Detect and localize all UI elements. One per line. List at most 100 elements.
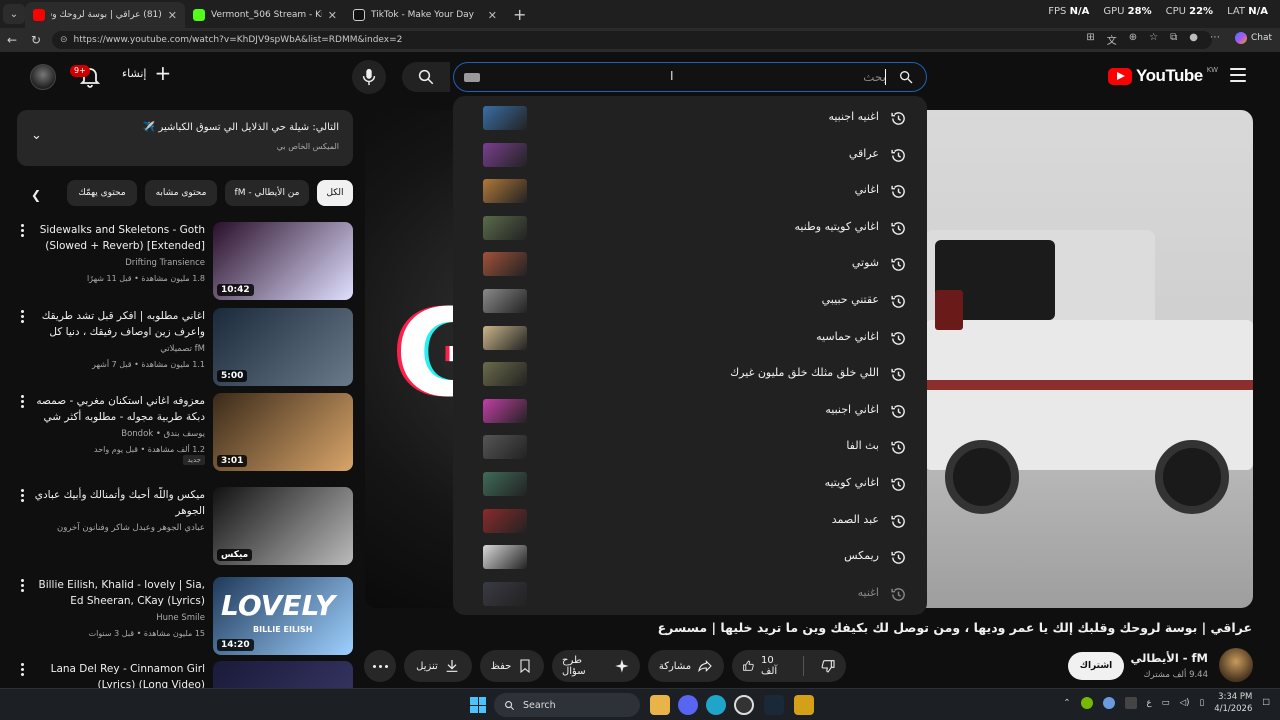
more-options-icon[interactable] xyxy=(21,395,25,410)
ask-button[interactable]: طرح سؤال xyxy=(552,650,640,682)
file-explorer-icon[interactable] xyxy=(650,695,670,715)
related-video-channel[interactable]: عبادي الجوهر وعبدل شاكر وفنانون آخرون xyxy=(57,523,205,533)
search-input[interactable]: I بحث xyxy=(453,62,927,92)
more-options-icon[interactable] xyxy=(21,663,25,678)
steam-icon[interactable] xyxy=(764,695,784,715)
network-icon[interactable]: ▭ xyxy=(1162,698,1170,708)
translate-icon[interactable]: 文 xyxy=(1107,32,1117,47)
related-video-title[interactable]: ميكس واللّه أحبك وأتمنالك وأبيك عبادي ال… xyxy=(33,487,205,519)
browser-tab-tiktok[interactable]: TikTok - Make Your Day ✕ xyxy=(345,2,505,28)
dislike-button[interactable] xyxy=(810,650,846,682)
more-options-icon[interactable]: ⋯ xyxy=(1210,32,1220,47)
search-suggestion-item[interactable]: عبد الصمد xyxy=(453,503,927,539)
nvidia-tray-icon[interactable] xyxy=(1080,697,1093,709)
share-button[interactable]: مشاركة xyxy=(648,650,724,682)
related-video-channel[interactable]: Hune Smile xyxy=(156,613,205,623)
more-options-icon[interactable] xyxy=(21,310,25,325)
windows-start-icon[interactable] xyxy=(470,697,486,713)
notification-center-icon[interactable]: ☐ xyxy=(1262,698,1270,708)
site-info-icon[interactable]: ⊝ xyxy=(60,35,68,45)
tray-overflow-icon[interactable]: ⌃ xyxy=(1063,698,1070,708)
search-suggestion-item[interactable]: بث الفا xyxy=(453,429,927,465)
search-suggestion-item[interactable]: ريمكس xyxy=(453,539,927,575)
app-available-icon[interactable]: ⊞ xyxy=(1086,32,1094,47)
browser-tab-youtube[interactable]: (81) عراقي | بوسة لروحك وقلبك إلك ✕ xyxy=(25,2,185,28)
related-video-item[interactable]: 5:00 اغاني مطلوبه | افكر قبل تشد طريقك وا… xyxy=(17,308,353,388)
chip-from-channel[interactable]: من الأيطالي - fM xyxy=(225,180,309,206)
close-tab-icon[interactable]: ✕ xyxy=(488,9,497,22)
search-suggestion-item[interactable]: شوتي xyxy=(453,246,927,282)
new-tab-button[interactable]: + xyxy=(513,5,526,24)
search-suggestion-item[interactable]: اغاني حماسيه xyxy=(453,320,927,356)
more-actions-button[interactable] xyxy=(364,650,396,682)
playlist-panel[interactable]: ⌄ التالي: شيلة حي الذلايل الي تسوق الكبا… xyxy=(17,110,353,166)
game-app-icon[interactable] xyxy=(794,695,814,715)
youtube-logo[interactable]: YouTube KW xyxy=(1108,66,1218,86)
app-tray-icon[interactable] xyxy=(1124,697,1137,709)
volume-icon[interactable]: ◁) xyxy=(1180,698,1190,708)
related-video-channel[interactable]: Bondok • يوسف بندق xyxy=(121,429,205,439)
more-options-icon[interactable] xyxy=(21,579,25,594)
chip-all[interactable]: الكل xyxy=(317,180,353,206)
search-suggestion-item[interactable]: عقتني حبيبي xyxy=(453,283,927,319)
video-thumbnail[interactable]: 5:00 xyxy=(213,308,353,386)
like-button[interactable]: 10 آلف xyxy=(732,650,797,682)
battery-icon[interactable]: ▯ xyxy=(1200,698,1205,708)
video-thumbnail[interactable]: 3:01 xyxy=(213,393,353,471)
related-video-title[interactable]: Billie Eilish, Khalid - lovely | Sia, Ed… xyxy=(33,577,205,609)
close-tab-icon[interactable]: ✕ xyxy=(328,9,337,22)
video-thumbnail[interactable]: 10:42 xyxy=(213,222,353,300)
more-options-icon[interactable] xyxy=(21,489,25,504)
copilot-chat-button[interactable]: Chat xyxy=(1234,32,1272,44)
search-suggestion-item[interactable]: اغنيه xyxy=(453,576,927,612)
chip-for-you[interactable]: محتوى يهمّك xyxy=(67,180,137,206)
favorite-star-icon[interactable]: ☆ xyxy=(1149,32,1158,47)
reload-icon[interactable]: ↻ xyxy=(24,33,48,47)
related-video-title[interactable]: معزوفه اغاني استكنان مغربي - صمصه دبكة ط… xyxy=(33,393,205,427)
subscribe-button[interactable]: اشتراك xyxy=(1068,652,1124,680)
obs-icon[interactable] xyxy=(734,695,754,715)
video-thumbnail[interactable]: ميكس xyxy=(213,487,353,565)
related-video-item[interactable]: ميكس ميكس واللّه أحبك وأتمنالك وأبيك عباد… xyxy=(17,487,353,567)
related-video-item[interactable]: 3:01 معزوفه اغاني استكنان مغربي - صمصه دب… xyxy=(17,393,353,473)
close-tab-icon[interactable]: ✕ xyxy=(168,9,177,22)
create-button[interactable]: إنشاء + xyxy=(122,63,171,83)
related-video-item[interactable]: 10:42 Sidewalks and Skeletons - Goth (Slo… xyxy=(17,222,353,302)
account-avatar[interactable] xyxy=(30,64,56,90)
language-indicator[interactable]: ع xyxy=(1147,698,1152,708)
edge-browser-icon[interactable] xyxy=(706,695,726,715)
save-button[interactable]: حفظ xyxy=(480,650,544,682)
search-suggestion-item[interactable]: اغنيه اجنبيه xyxy=(453,100,927,136)
discord-icon[interactable] xyxy=(678,695,698,715)
search-suggestion-item[interactable]: عراقي xyxy=(453,137,927,173)
keyboard-icon[interactable] xyxy=(464,73,480,82)
channel-avatar[interactable] xyxy=(1219,648,1253,682)
video-thumbnail[interactable]: LOVELY BILLIE EILISH 14:20 xyxy=(213,577,353,655)
voice-search-button[interactable] xyxy=(352,60,386,94)
related-video-channel[interactable]: تصميلاتي fM xyxy=(160,344,205,354)
guide-menu-icon[interactable] xyxy=(1230,68,1246,82)
related-video-title[interactable]: Sidewalks and Skeletons - Goth (Slowed +… xyxy=(33,222,205,254)
chip-similar[interactable]: محتوى مشابه xyxy=(145,180,217,206)
download-button[interactable]: تنزيل xyxy=(404,650,472,682)
related-video-item[interactable]: LOVELY BILLIE EILISH 14:20 Billie Eilish, K… xyxy=(17,577,353,657)
search-suggestion-item[interactable]: اغاني xyxy=(453,173,927,209)
zoom-icon[interactable]: ⊕ xyxy=(1129,32,1137,47)
profile-avatar-icon[interactable]: ● xyxy=(1189,32,1198,47)
url-field[interactable]: ⊝ https://www.youtube.com/watch?v=KhDJV9… xyxy=(52,31,1212,49)
tab-list-button[interactable]: ⌄ xyxy=(3,4,25,24)
more-options-icon[interactable] xyxy=(21,224,25,239)
search-suggestion-item[interactable]: اغاني كويتيه xyxy=(453,466,927,502)
search-suggestion-item[interactable]: اللي خلق مثلك خلق مليون غيرك xyxy=(453,356,927,392)
taskbar-search[interactable]: Search xyxy=(494,693,640,717)
browser-tab-kick[interactable]: Vermont_506 Stream - Kick Dashb ✕ xyxy=(185,2,345,28)
related-video-channel[interactable]: Drifting Transience xyxy=(125,258,205,268)
search-button[interactable] xyxy=(402,62,450,92)
back-arrow-icon[interactable]: ← xyxy=(0,33,24,47)
related-video-title[interactable]: اغاني مطلوبه | افكر قبل تشد طريقك واعرف … xyxy=(33,308,205,342)
taskbar-clock[interactable]: 3:34 PM 4/1/2026 xyxy=(1214,691,1252,715)
search-suggestion-item[interactable]: اغاني اجنبيه xyxy=(453,393,927,429)
chevron-left-icon[interactable]: ❮ xyxy=(31,188,41,202)
chevron-down-icon[interactable]: ⌄ xyxy=(31,128,42,143)
cloud-tray-icon[interactable] xyxy=(1102,697,1115,709)
